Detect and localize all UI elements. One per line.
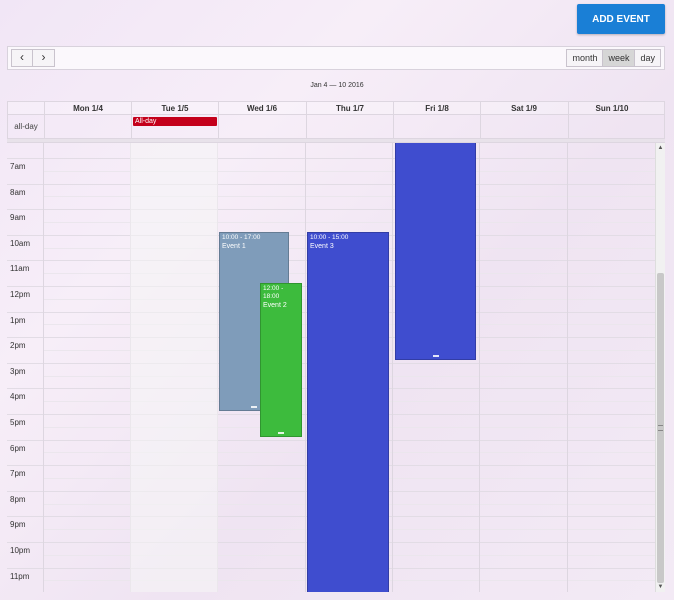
event-title: Event 3 — [310, 243, 334, 250]
scroll-thumb[interactable] — [657, 273, 664, 583]
event-time: 10:00 - 15:00 — [310, 234, 349, 241]
day-header-row: Mon 1/4 Tue 1/5 Wed 1/6 Thu 1/7 Fri 1/8 … — [7, 101, 665, 116]
hour-label: 10pm — [10, 546, 31, 555]
hour-label: 7am — [10, 162, 26, 171]
day-column-line — [43, 143, 44, 592]
hour-line — [7, 183, 655, 185]
allday-row: all-day — [7, 115, 665, 139]
day-column-line — [305, 143, 306, 592]
day-header-fri: Fri 1/8 — [393, 102, 480, 116]
next-button[interactable]: › — [33, 49, 55, 67]
hour-label: 2pm — [10, 341, 26, 351]
day-column-line — [567, 143, 568, 592]
day-header-sun: Sun 1/10 — [568, 102, 655, 116]
hour-label: 8pm — [10, 494, 26, 504]
hour-label: 11am — [10, 264, 30, 274]
day-header-thu: Thu 1/7 — [306, 102, 393, 116]
hour-label: 6pm — [10, 443, 26, 453]
allday-label: all-day — [14, 122, 38, 131]
grip-icon — [658, 425, 663, 431]
hour-label: 12pm — [10, 290, 31, 299]
view-week-button[interactable]: week — [603, 49, 636, 67]
view-switcher: month week day — [566, 49, 661, 67]
day-header-sat: Sat 1/9 — [480, 102, 567, 116]
grid-scrollbar[interactable]: ▲ ▼ — [655, 143, 665, 592]
calendar-toolbar: ‹ › month week day — [7, 46, 665, 70]
hour-label: 4pm — [10, 392, 26, 402]
hour-label: 5pm — [10, 418, 26, 427]
scroll-up-arrow-icon[interactable]: ▲ — [656, 143, 665, 153]
day-header-tue: Tue 1/5 — [131, 102, 218, 116]
event-resize-handle[interactable] — [251, 406, 257, 408]
today-column — [130, 143, 218, 592]
hour-label: 10am — [10, 238, 31, 248]
hour-label: 1pm — [10, 315, 26, 325]
hour-label: 11pm — [10, 571, 30, 581]
week-calendar: Mon 1/4 Tue 1/5 Wed 1/6 Thu 1/7 Fri 1/8 … — [7, 101, 665, 592]
event-title: Event 2 — [263, 302, 287, 309]
hour-label: 8am — [10, 187, 26, 197]
nav-group: ‹ › — [11, 49, 55, 67]
allday-event[interactable]: All-day — [133, 117, 217, 126]
hour-label: 3pm — [10, 366, 26, 376]
allday-cell[interactable] — [480, 115, 567, 138]
time-grid: 10:00 - 17:00 Event 1 12:00 - 18:00 Even… — [7, 143, 665, 592]
event-title: Event 1 — [222, 243, 246, 250]
event-time: 10:00 - 17:00 — [222, 234, 261, 241]
event-time: 12:00 - 18:00 — [263, 285, 284, 300]
allday-cell[interactable] — [393, 115, 480, 138]
date-range-title: Jan 4 — 10 2016 — [310, 82, 364, 89]
allday-cell[interactable] — [568, 115, 655, 138]
hour-label: 9pm — [10, 520, 26, 530]
view-month-button[interactable]: month — [566, 49, 604, 67]
scroll-down-arrow-icon[interactable]: ▼ — [656, 582, 665, 592]
prev-button[interactable]: ‹ — [11, 49, 33, 67]
day-column-line — [479, 143, 480, 592]
day-column-line — [392, 143, 393, 592]
day-header-wed: Wed 1/6 — [218, 102, 305, 116]
hour-label: 7pm — [10, 469, 26, 479]
hour-line — [7, 158, 655, 159]
view-day-button[interactable]: day — [635, 49, 661, 67]
hour-line — [7, 209, 655, 211]
event-4[interactable] — [395, 143, 476, 360]
allday-cell[interactable] — [306, 115, 393, 138]
event-resize-handle[interactable] — [432, 355, 439, 357]
event-resize-handle[interactable] — [278, 432, 284, 434]
day-header-mon: Mon 1/4 — [44, 102, 131, 116]
add-event-button[interactable]: ADD EVENT — [577, 4, 665, 34]
allday-cell[interactable] — [218, 115, 305, 138]
hour-label: 9am — [10, 213, 26, 223]
allday-cell[interactable] — [44, 115, 131, 138]
event-2[interactable]: 12:00 - 18:00 Event 2 — [260, 283, 302, 437]
event-3[interactable]: 10:00 - 15:00 Event 3 — [307, 232, 389, 592]
